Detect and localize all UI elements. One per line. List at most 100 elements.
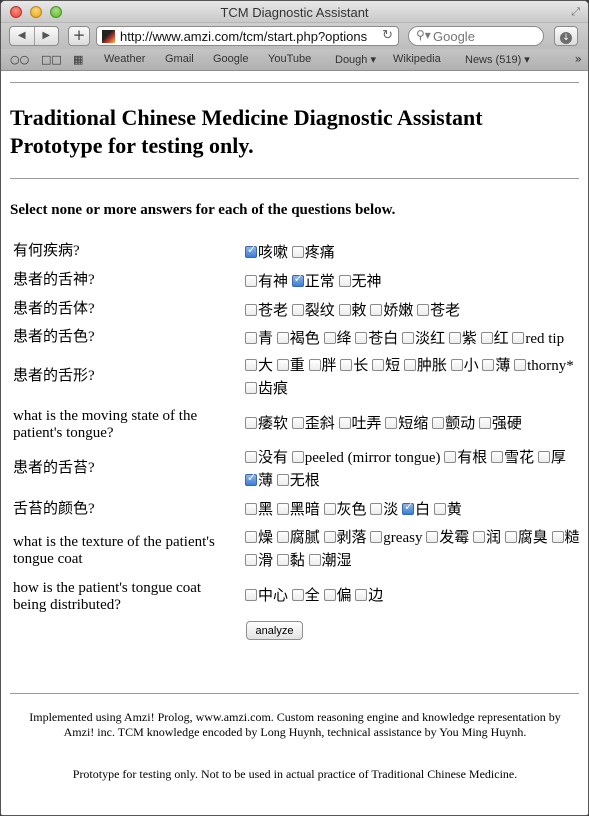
- bookmark-item[interactable]: Weather: [104, 53, 145, 65]
- answer-option[interactable]: 敕: [338, 303, 367, 319]
- checkbox[interactable]: [551, 531, 564, 543]
- answer-option[interactable]: 长: [340, 358, 368, 374]
- checkbox[interactable]: [340, 359, 353, 371]
- checkbox[interactable]: [514, 359, 527, 371]
- checkbox[interactable]: [245, 417, 257, 429]
- checkbox[interactable]: [276, 359, 289, 371]
- checkbox[interactable]: [355, 589, 368, 601]
- checkbox[interactable]: [245, 531, 257, 543]
- checkbox[interactable]: [291, 589, 304, 601]
- answer-option[interactable]: 颤动: [432, 416, 475, 432]
- checkbox[interactable]: [426, 531, 439, 543]
- answer-option[interactable]: 黑暗: [276, 502, 320, 518]
- checkbox[interactable]: [472, 531, 485, 543]
- checkbox[interactable]: [291, 417, 304, 429]
- checkbox[interactable]: [448, 332, 461, 344]
- checkbox[interactable]: [323, 531, 336, 543]
- answer-option[interactable]: 薄: [245, 471, 273, 489]
- answer-option[interactable]: 腐腻: [276, 530, 320, 546]
- checkbox[interactable]: [480, 332, 493, 344]
- checkbox[interactable]: [276, 474, 289, 486]
- search-input[interactable]: [433, 29, 538, 44]
- checkbox[interactable]: [370, 304, 383, 316]
- more-bookmarks-chevron-icon[interactable]: »: [575, 52, 582, 66]
- answer-option[interactable]: 全: [291, 588, 320, 604]
- answer-option[interactable]: red tip: [512, 331, 564, 347]
- checkbox-checked[interactable]: [245, 471, 257, 486]
- answer-option[interactable]: 没有: [245, 450, 288, 466]
- answer-option[interactable]: 潮湿: [308, 553, 352, 569]
- answer-option[interactable]: 雪花: [491, 450, 534, 466]
- answer-option[interactable]: 边: [355, 588, 383, 604]
- checkbox[interactable]: [323, 589, 336, 601]
- checkbox[interactable]: [245, 589, 257, 601]
- answer-option[interactable]: 痿软: [245, 416, 288, 432]
- answer-option[interactable]: 黑: [245, 502, 273, 518]
- checkbox[interactable]: [338, 304, 351, 316]
- reload-icon[interactable]: ↻: [382, 28, 393, 43]
- checkbox[interactable]: [402, 332, 415, 344]
- answer-option[interactable]: 齿痕: [245, 381, 288, 397]
- checkbox[interactable]: [370, 531, 383, 543]
- answer-option[interactable]: 小: [450, 358, 479, 374]
- checkbox[interactable]: [291, 451, 304, 463]
- answer-option[interactable]: 燥: [245, 530, 273, 546]
- checkbox[interactable]: [245, 304, 257, 316]
- url-text[interactable]: http://www.amzi.com/tcm/start.php?option…: [120, 29, 375, 44]
- checkbox[interactable]: [323, 332, 336, 344]
- checkbox[interactable]: [370, 503, 383, 515]
- answer-option[interactable]: 裂纹: [291, 303, 335, 319]
- answer-option[interactable]: 有根: [444, 450, 487, 466]
- answer-option[interactable]: 短: [372, 358, 400, 374]
- bookmark-item[interactable]: Dough ▾: [335, 53, 376, 66]
- answer-option[interactable]: 紫: [448, 331, 477, 347]
- answer-option[interactable]: 发霉: [426, 530, 469, 546]
- checkbox-checked[interactable]: [291, 272, 304, 287]
- answer-option[interactable]: 润: [472, 530, 501, 546]
- checkbox[interactable]: [372, 359, 385, 371]
- checkbox[interactable]: [276, 332, 289, 344]
- checkbox[interactable]: [245, 275, 257, 287]
- answer-option[interactable]: 肿胀: [403, 358, 447, 374]
- answer-option[interactable]: 胖: [308, 358, 337, 374]
- checkbox[interactable]: [403, 359, 416, 371]
- answer-option[interactable]: peeled (mirror tongue): [291, 450, 441, 466]
- checkbox[interactable]: [245, 382, 257, 394]
- checkbox[interactable]: [245, 503, 257, 515]
- checkbox[interactable]: [433, 503, 446, 515]
- add-bookmark-button[interactable]: +: [68, 26, 90, 46]
- reading-list-glasses-icon[interactable]: ○○: [10, 53, 29, 66]
- address-bar[interactable]: http://www.amzi.com/tcm/start.php?option…: [96, 26, 399, 46]
- answer-option[interactable]: 厚: [537, 450, 566, 466]
- checkbox[interactable]: [276, 554, 289, 566]
- checkbox[interactable]: [276, 503, 289, 515]
- checkbox[interactable]: [291, 246, 304, 258]
- answer-option[interactable]: thorny*: [514, 358, 574, 374]
- bookmark-item[interactable]: Wikipedia: [393, 53, 441, 65]
- answer-option[interactable]: 黄: [433, 502, 462, 518]
- answer-option[interactable]: 无神: [338, 274, 382, 290]
- answer-option[interactable]: 歪斜: [291, 416, 335, 432]
- checkbox[interactable]: [417, 304, 430, 316]
- answer-option[interactable]: 偏: [323, 588, 352, 604]
- answer-option[interactable]: 红: [480, 331, 509, 347]
- answer-option[interactable]: 短缩: [385, 416, 428, 432]
- answer-option[interactable]: 无根: [276, 473, 320, 489]
- checkbox-checked[interactable]: [245, 243, 257, 258]
- answer-option[interactable]: 淡红: [402, 331, 445, 347]
- answer-option[interactable]: 腐臭: [504, 530, 548, 546]
- back-arrow-icon[interactable]: ◀: [10, 27, 34, 45]
- checkbox[interactable]: [478, 417, 491, 429]
- checkbox[interactable]: [385, 417, 398, 429]
- bookmarks-book-icon[interactable]: □□: [41, 53, 62, 66]
- answer-option[interactable]: 苍老: [417, 303, 460, 319]
- search-box[interactable]: ⚲▾: [408, 26, 544, 46]
- checkbox[interactable]: [504, 531, 517, 543]
- answer-option[interactable]: 吐弄: [338, 416, 382, 432]
- checkbox[interactable]: [291, 304, 304, 316]
- checkbox[interactable]: [355, 332, 368, 344]
- answer-option[interactable]: 淡: [370, 502, 398, 518]
- answer-option[interactable]: 娇嫩: [370, 303, 413, 319]
- answer-option[interactable]: 绛: [323, 331, 352, 347]
- answer-option[interactable]: 薄: [482, 358, 510, 374]
